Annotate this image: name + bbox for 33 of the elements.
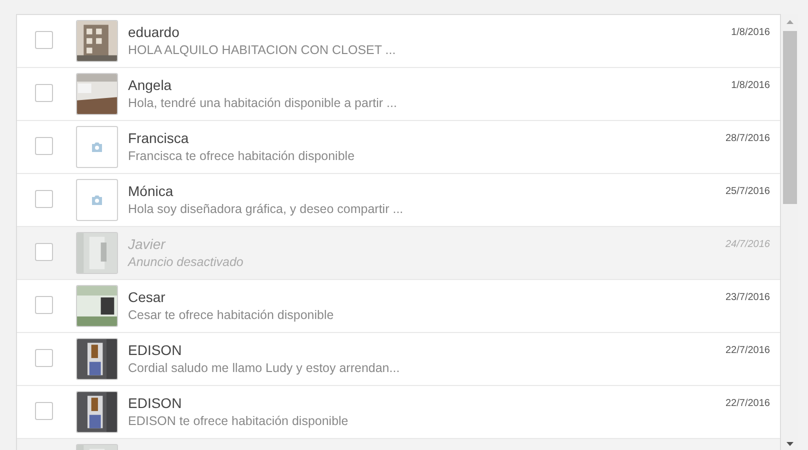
message-date: 1/8/2016 — [731, 80, 770, 91]
sender-name: EDISON — [128, 342, 183, 359]
sender-name: Mónica — [128, 183, 174, 200]
sender-name: eduardo — [128, 24, 180, 41]
message-preview: EDISON te ofrece habitación disponible — [128, 413, 350, 430]
message-preview: Anuncio desactivado — [128, 254, 244, 271]
sender-name: EDISON — [128, 395, 183, 412]
checkbox[interactable] — [35, 402, 53, 420]
checkbox[interactable] — [35, 296, 53, 314]
message-date: 22/7/2016 — [726, 398, 770, 409]
checkbox[interactable] — [35, 190, 53, 208]
sender-name: Cesar — [128, 289, 166, 306]
camera-icon — [91, 195, 103, 205]
message-date: 23/7/2016 — [726, 292, 770, 303]
checkbox[interactable] — [35, 137, 53, 155]
message-preview: HOLA ALQUILO HABITACION CON CLOSET ... — [128, 42, 397, 59]
checkbox[interactable] — [35, 31, 53, 49]
message-date: 25/7/2016 — [726, 186, 770, 197]
checkbox[interactable] — [35, 349, 53, 367]
sender-name: Javier — [128, 236, 167, 253]
message-date: 1/8/2016 — [731, 27, 770, 38]
message-preview: Cordial saludo me llamo Ludy y estoy arrendan... — [128, 360, 401, 377]
sender-name: Francisca — [128, 130, 190, 147]
message-date: 24/7/2016 — [726, 239, 770, 250]
message-preview: Hola soy diseñadora gráfica, y deseo compartir ... — [128, 201, 404, 218]
message-date: 28/7/2016 — [726, 133, 770, 144]
message-preview: Hola, tendré una habitación disponible a partir ... — [128, 95, 398, 112]
message-preview: Francisca te ofrece habitación disponible — [128, 148, 356, 165]
message-date: 22/7/2016 — [726, 345, 770, 356]
message-preview: Cesar te ofrece habitación disponible — [128, 307, 335, 324]
camera-icon — [91, 142, 103, 152]
checkbox[interactable] — [35, 84, 53, 102]
sender-name: Angela — [128, 77, 173, 94]
